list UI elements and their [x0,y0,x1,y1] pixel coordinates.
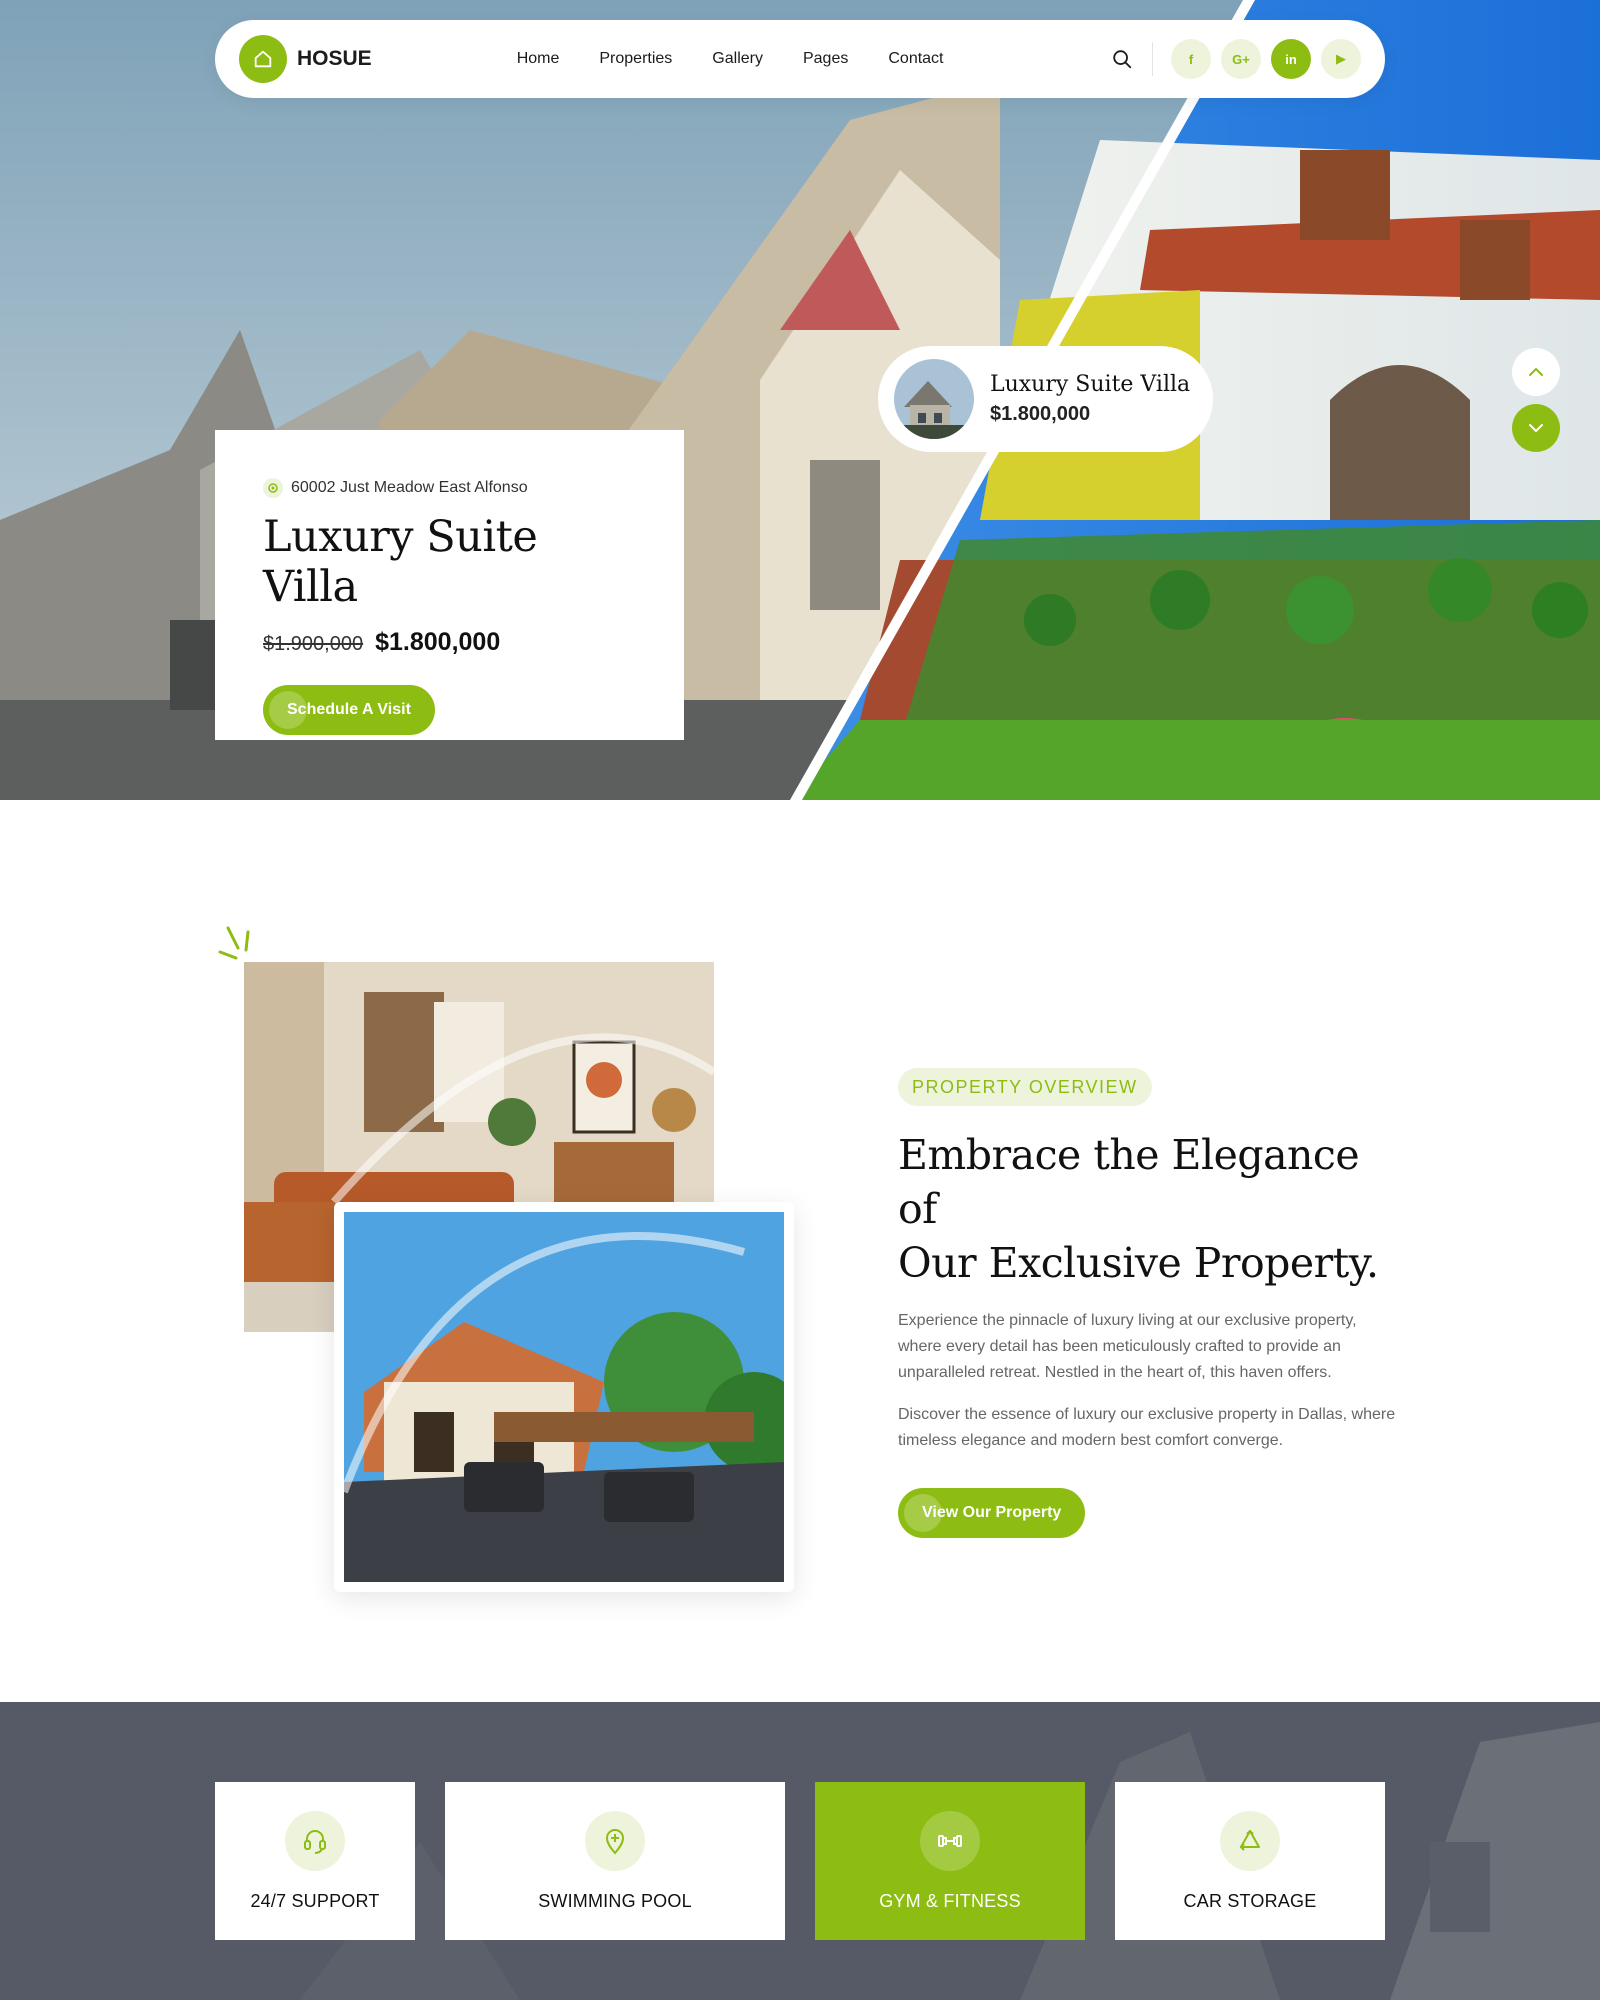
featured-price-bubble[interactable]: Luxury Suite Villa $1.800,000 [878,346,1213,452]
bubble-title: Luxury Suite Villa [990,372,1191,397]
amenity-card-pool[interactable]: SWIMMING POOL [445,1782,785,1940]
property-overview-section: PROPERTY OVERVIEW Embrace the Elegance o… [0,800,1600,1702]
patio-image [344,1212,784,1582]
nav-actions: f G+ in ▶ [1108,39,1361,79]
youtube-icon[interactable]: ▶ [1321,39,1361,79]
overview-paragraph-1: Experience the pinnacle of luxury living… [898,1312,1357,1381]
patio-image-frame [334,1202,794,1592]
pool-pin-icon [585,1810,645,1871]
dumbbell-icon [920,1810,980,1871]
nav-divider [1152,42,1153,76]
price-row: $1.900,000 $1.800,000 [263,628,636,657]
nav-link-pages[interactable]: Pages [803,50,848,68]
top-navbar: HOSUE Home Properties Gallery Pages Cont… [215,20,1385,98]
location-icon [263,478,283,498]
schedule-visit-button[interactable]: Schedule A Visit [263,685,435,735]
amenities-section: 24/7 SUPPORT SWIMMING POOL GYM & FITNESS… [0,1702,1600,2000]
chevron-up-icon [1529,368,1543,376]
bubble-price: $1.800,000 [990,403,1091,425]
listing-address: 60002 Just Meadow East Alfonso [263,478,636,498]
slide-next-button[interactable] [1512,404,1560,452]
linkedin-icon[interactable]: in [1271,39,1311,79]
logo[interactable]: HOSUE [239,35,372,83]
headset-icon [285,1810,345,1871]
hero-title: Luxury Suite Villa [263,512,538,612]
view-property-label: View Our Property [922,1504,1062,1521]
amenity-label: GYM & FITNESS [879,1890,1021,1911]
old-price: $1.900,000 [263,633,364,655]
nav-link-contact[interactable]: Contact [888,50,943,68]
overview-text: PROPERTY OVERVIEW Embrace the Elegance o… [898,1068,1398,1538]
nav-link-gallery[interactable]: Gallery [712,50,763,68]
hero-section: HOSUE Home Properties Gallery Pages Cont… [0,0,1600,800]
amenity-label: 24/7 SUPPORT [250,1890,380,1911]
nav-link-properties[interactable]: Properties [599,50,672,68]
google-plus-icon[interactable]: G+ [1221,39,1261,79]
slide-prev-button[interactable] [1512,348,1560,396]
logo-text: HOSUE [297,47,372,70]
section-badge: PROPERTY OVERVIEW [898,1068,1152,1106]
hero-listing-card: 60002 Just Meadow East Alfonso Luxury Su… [215,430,684,740]
amenity-card-car-storage[interactable]: CAR STORAGE [1115,1782,1385,1940]
main-nav: Home Properties Gallery Pages Contact [517,50,944,68]
section-title-line-2: Our Exclusive Property. [898,1239,1379,1287]
schedule-visit-label: Schedule A Visit [287,701,411,718]
view-property-button[interactable]: View Our Property [898,1488,1086,1538]
section-title-line-1: Embrace the Elegance of [898,1131,1360,1233]
nav-link-home[interactable]: Home [517,50,560,68]
social-links: f G+ in ▶ [1171,39,1361,79]
sparkle-icon [218,926,250,960]
chevron-down-icon [1529,424,1543,432]
house-icon [239,35,287,83]
facebook-icon[interactable]: f [1171,39,1211,79]
amenity-label: CAR STORAGE [1183,1890,1317,1911]
overview-paragraph-2: Discover the essence of luxury our exclu… [898,1406,1396,1449]
amenity-card-support[interactable]: 24/7 SUPPORT [215,1782,415,1940]
search-icon[interactable] [1108,45,1136,73]
address-text: 60002 Just Meadow East Alfonso [291,479,528,496]
property-thumbnail [894,359,974,439]
section-title: Embrace the Elegance of Our Exclusive Pr… [898,1128,1398,1290]
current-price: $1.800,000 [375,628,501,656]
amenity-card-gym[interactable]: GYM & FITNESS [815,1782,1085,1940]
recycle-icon [1220,1810,1280,1871]
amenity-label: SWIMMING POOL [538,1890,692,1911]
